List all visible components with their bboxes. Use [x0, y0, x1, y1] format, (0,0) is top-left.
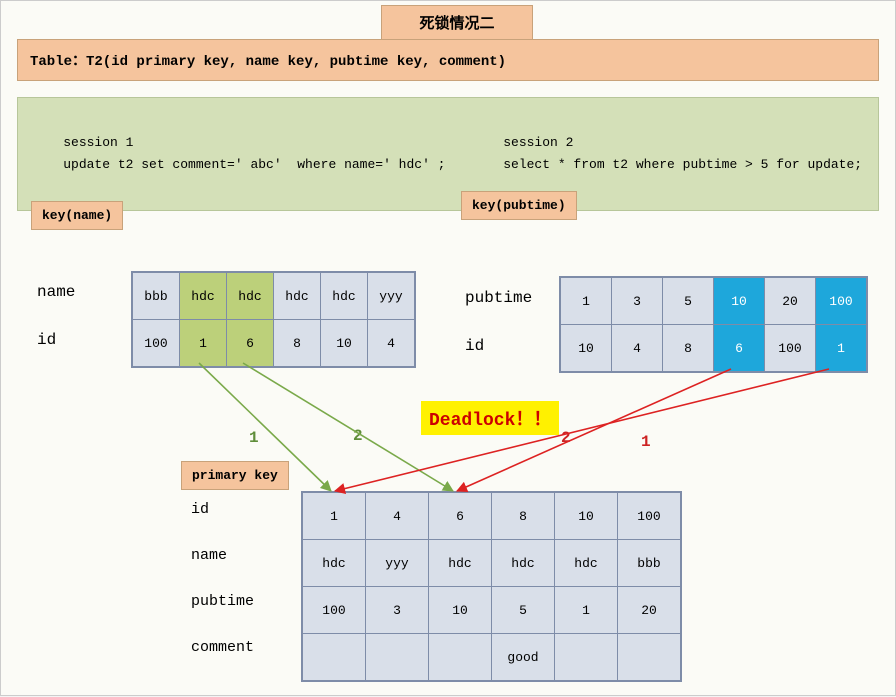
primary-cell: 20 — [618, 587, 682, 634]
name-index-table: bbbhdchdchdchdcyyy100168104 — [131, 271, 416, 368]
primary-cell — [302, 634, 366, 682]
primary-cell: 1 — [302, 492, 366, 540]
pub-index-rowlabel-id: id — [465, 337, 484, 355]
name-index-cell: bbb — [132, 272, 180, 320]
keypub-label: key(pubtime) — [461, 191, 577, 220]
pub-index-cell: 10 — [560, 325, 612, 373]
pub-index-cell: 4 — [612, 325, 663, 373]
pub-index-cell: 6 — [714, 325, 765, 373]
primary-cell — [366, 634, 429, 682]
pub-index-rowlabel-pubtime: pubtime — [465, 289, 532, 307]
primary-cell: yyy — [366, 540, 429, 587]
primary-key-label: primary key — [181, 461, 289, 490]
session-2: session 2 select * from t2 where pubtime… — [503, 132, 862, 176]
name-index-cell: 4 — [368, 320, 416, 368]
pub-index-cell: 100 — [816, 277, 868, 325]
table-definition: Table：T2(id primary key, name key, pubti… — [17, 39, 879, 81]
name-index-cell: hdc — [321, 272, 368, 320]
primary-key-table: 146810100hdcyyyhdchdchdcbbb1003105120goo… — [301, 491, 682, 682]
name-index-cell: hdc — [227, 272, 274, 320]
name-index-cell: hdc — [180, 272, 227, 320]
primary-cell: 6 — [429, 492, 492, 540]
name-index-cell: 1 — [180, 320, 227, 368]
session-1-label: session 1 — [63, 135, 133, 150]
red-arrow-num-1: 1 — [641, 433, 651, 451]
green-arrow-num-1: 1 — [249, 429, 259, 447]
pub-index-cell: 3 — [612, 277, 663, 325]
name-index-cell: hdc — [274, 272, 321, 320]
primary-cell: hdc — [555, 540, 618, 587]
name-index-cell: 10 — [321, 320, 368, 368]
primary-rowlabel-comment: comment — [191, 639, 254, 656]
primary-cell — [618, 634, 682, 682]
session-1-sql: update t2 set comment=' abc' where name=… — [63, 157, 445, 172]
name-index-cell: 8 — [274, 320, 321, 368]
green-arrow-num-2: 2 — [353, 427, 363, 445]
pub-index-cell: 1 — [816, 325, 868, 373]
primary-cell: good — [492, 634, 555, 682]
primary-cell — [555, 634, 618, 682]
primary-cell: hdc — [492, 540, 555, 587]
pub-index-cell: 20 — [765, 277, 816, 325]
primary-cell: 4 — [366, 492, 429, 540]
keyname-label: key(name) — [31, 201, 123, 230]
name-index-rowlabel-name: name — [37, 283, 75, 301]
primary-cell: hdc — [302, 540, 366, 587]
primary-cell — [429, 634, 492, 682]
primary-cell: 1 — [555, 587, 618, 634]
session-1: session 1 update t2 set comment=' abc' w… — [63, 132, 503, 176]
red-arrow-num-2: 2 — [561, 429, 571, 447]
primary-cell: hdc — [429, 540, 492, 587]
primary-cell: 5 — [492, 587, 555, 634]
page-title: 死锁情况二 — [381, 5, 533, 40]
pub-index-cell: 1 — [560, 277, 612, 325]
deadlock-callout: Deadlock！！ — [421, 401, 559, 435]
primary-cell: 3 — [366, 587, 429, 634]
session-2-sql: select * from t2 where pubtime > 5 for u… — [503, 157, 862, 172]
name-index-rowlabel-id: id — [37, 331, 56, 349]
primary-cell: 8 — [492, 492, 555, 540]
diagram-canvas: 死锁情况二 Table：T2(id primary key, name key,… — [0, 0, 896, 696]
name-index-cell: yyy — [368, 272, 416, 320]
primary-rowlabel-pubtime: pubtime — [191, 593, 254, 610]
primary-cell: bbb — [618, 540, 682, 587]
primary-cell: 10 — [429, 587, 492, 634]
pub-index-cell: 100 — [765, 325, 816, 373]
pub-index-cell: 8 — [663, 325, 714, 373]
sql-sessions-box: session 1 update t2 set comment=' abc' w… — [17, 97, 879, 211]
pub-index-cell: 5 — [663, 277, 714, 325]
pub-index-cell: 10 — [714, 277, 765, 325]
primary-rowlabel-id: id — [191, 501, 209, 518]
primary-cell: 100 — [618, 492, 682, 540]
session-2-label: session 2 — [503, 135, 573, 150]
pub-index-table: 1351020100104861001 — [559, 276, 868, 373]
name-index-cell: 100 — [132, 320, 180, 368]
primary-rowlabel-name: name — [191, 547, 227, 564]
primary-cell: 100 — [302, 587, 366, 634]
name-index-cell: 6 — [227, 320, 274, 368]
primary-cell: 10 — [555, 492, 618, 540]
